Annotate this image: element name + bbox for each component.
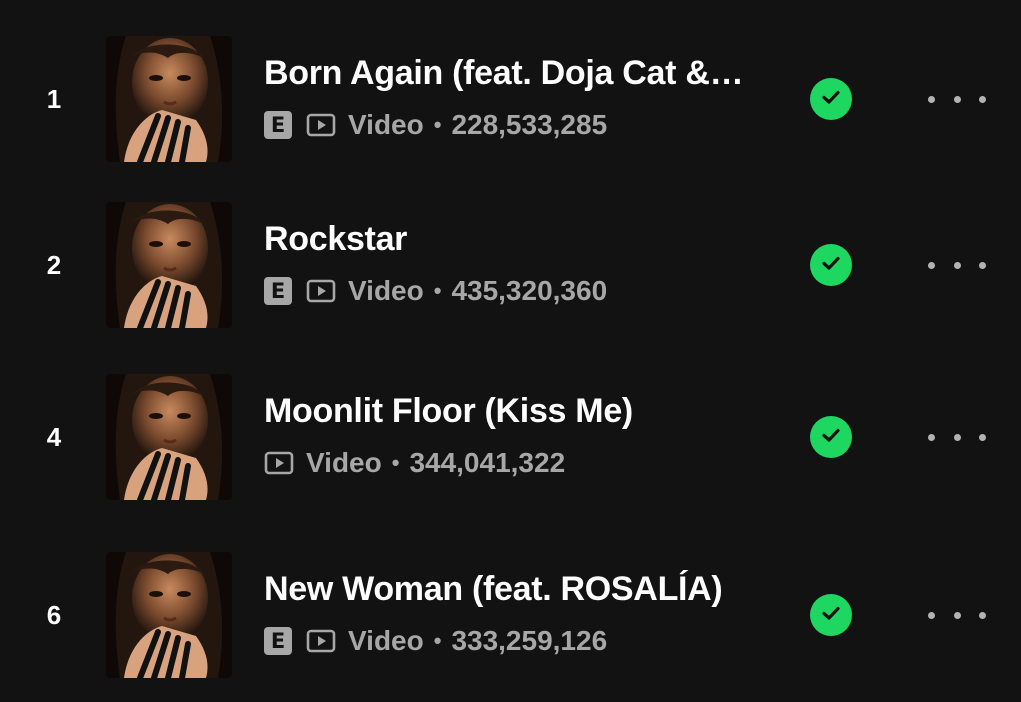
track-type-label: Video (348, 109, 424, 140)
track-meta: E Video • 228,533,285 (264, 108, 607, 142)
more-options-button[interactable] (928, 84, 986, 114)
track-title[interactable]: Born Again (feat. Doja Cat &… (264, 54, 774, 93)
saved-check-button[interactable] (810, 244, 852, 286)
track-list: 1 Born Again (feat. Doja Cat &… E Video … (0, 0, 1021, 702)
album-cover (106, 202, 232, 328)
track-title[interactable]: New Woman (feat. ROSALÍA) (264, 570, 774, 609)
explicit-badge: E (264, 111, 292, 139)
album-cover (106, 36, 232, 162)
check-icon (819, 251, 843, 280)
track-title[interactable]: Rockstar (264, 220, 774, 259)
album-cover (106, 552, 232, 678)
track-meta: Video • 344,041,322 (264, 446, 565, 480)
track-number: 4 (46, 422, 62, 452)
more-options-icon (928, 611, 935, 619)
play-count: 344,041,322 (409, 447, 566, 478)
track-row[interactable]: 4 Moonlit Floor (Kiss Me) Video • 344,04… (0, 372, 1021, 502)
play-count: 228,533,285 (451, 109, 608, 140)
video-icon (306, 112, 336, 138)
video-icon (306, 278, 336, 304)
track-type-label: Video (348, 625, 424, 656)
explicit-badge: E (264, 627, 292, 655)
video-icon (306, 628, 336, 654)
play-count: 435,320,360 (451, 275, 608, 306)
track-row[interactable]: 1 Born Again (feat. Doja Cat &… E Video … (0, 34, 1021, 164)
more-options-button[interactable] (928, 422, 986, 452)
explicit-badge: E (264, 277, 292, 305)
more-options-icon (928, 261, 935, 269)
track-number: 6 (46, 600, 62, 630)
more-options-icon (928, 433, 935, 441)
track-meta: E Video • 333,259,126 (264, 624, 607, 658)
track-type-label: Video (348, 275, 424, 306)
saved-check-button[interactable] (810, 594, 852, 636)
track-number: 1 (46, 84, 62, 114)
check-icon (819, 601, 843, 630)
play-count: 333,259,126 (451, 625, 608, 656)
saved-check-button[interactable] (810, 416, 852, 458)
meta-separator: • (433, 112, 442, 137)
video-icon (264, 450, 294, 476)
more-options-button[interactable] (928, 250, 986, 280)
saved-check-button[interactable] (810, 78, 852, 120)
track-number: 2 (46, 250, 62, 280)
check-icon (819, 85, 843, 114)
more-options-icon (928, 95, 935, 103)
track-row[interactable]: 6 New Woman (feat. ROSALÍA) E Video • 33… (0, 550, 1021, 680)
track-meta: E Video • 435,320,360 (264, 274, 607, 308)
track-title[interactable]: Moonlit Floor (Kiss Me) (264, 392, 774, 431)
track-row[interactable]: 2 Rockstar E Video • 435,320,360 (0, 200, 1021, 330)
more-options-button[interactable] (928, 600, 986, 630)
check-icon (819, 423, 843, 452)
meta-separator: • (433, 628, 442, 653)
meta-separator: • (433, 278, 442, 303)
album-cover (106, 374, 232, 500)
meta-separator: • (391, 450, 400, 475)
track-type-label: Video (306, 447, 382, 478)
